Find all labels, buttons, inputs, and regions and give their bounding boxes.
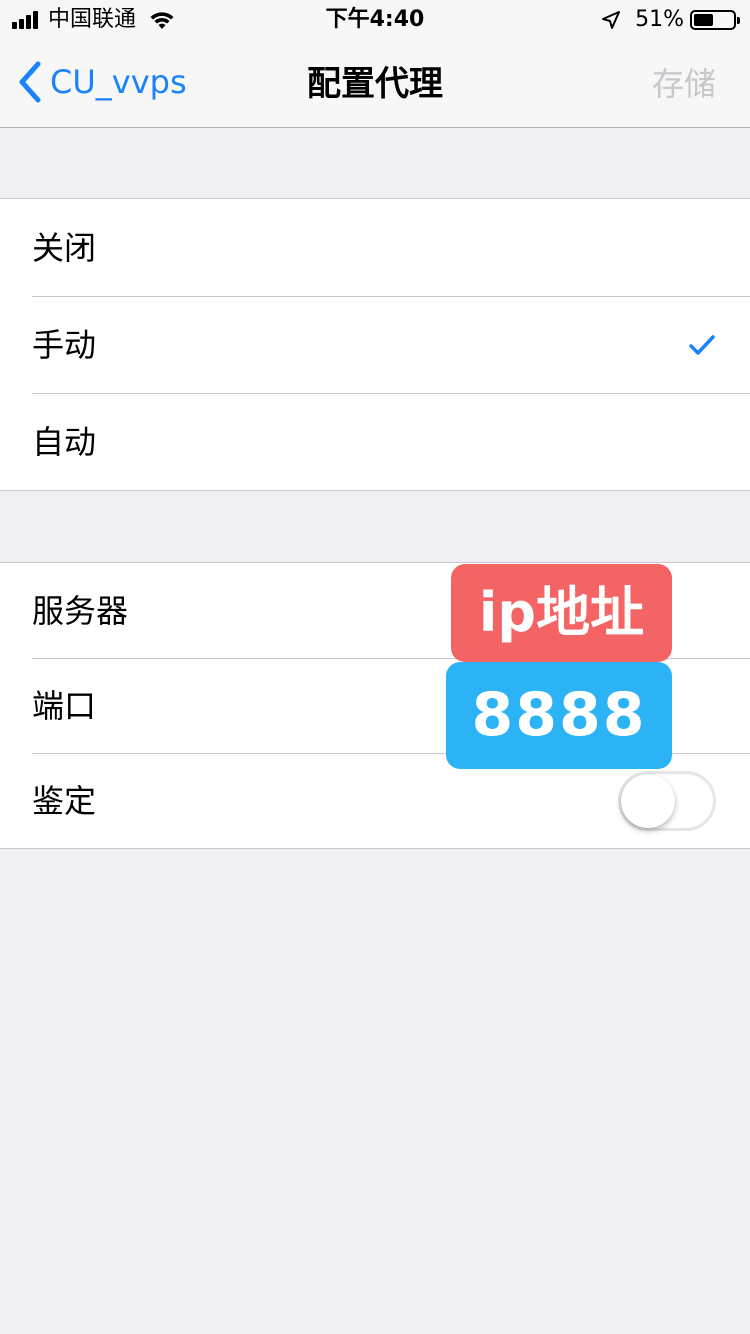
authentication-toggle[interactable] xyxy=(618,770,716,831)
checkmark-icon xyxy=(689,334,715,355)
server-ip-annotation: ip地址 xyxy=(451,564,672,662)
mode-option-manual[interactable]: 手动 xyxy=(0,296,750,393)
battery-percent: 51% xyxy=(635,7,684,32)
status-right: 51% xyxy=(601,6,740,34)
navigation-bar: CU_vvps 配置代理 存储 xyxy=(0,40,750,128)
save-button[interactable]: 存储 xyxy=(652,62,716,106)
battery-icon xyxy=(690,10,740,30)
server-label: 服务器 xyxy=(32,591,129,630)
port-annotation: 8888 xyxy=(446,662,672,769)
port-label: 端口 xyxy=(32,686,97,725)
mode-option-label: 手动 xyxy=(32,325,97,364)
mode-option-off[interactable]: 关闭 xyxy=(0,199,750,296)
battery-level xyxy=(694,14,714,26)
proxy-mode-group: 关闭 手动 自动 xyxy=(0,198,750,491)
page-title: 配置代理 xyxy=(307,64,443,104)
location-arrow-icon xyxy=(602,11,621,29)
status-bar: 中国联通 下午4:40 51% xyxy=(0,0,750,40)
mode-option-auto[interactable]: 自动 xyxy=(0,393,750,490)
toggle-knob xyxy=(621,773,675,828)
authentication-label: 鉴定 xyxy=(32,781,97,820)
mode-option-label: 关闭 xyxy=(32,228,97,267)
mode-option-label: 自动 xyxy=(32,422,97,461)
